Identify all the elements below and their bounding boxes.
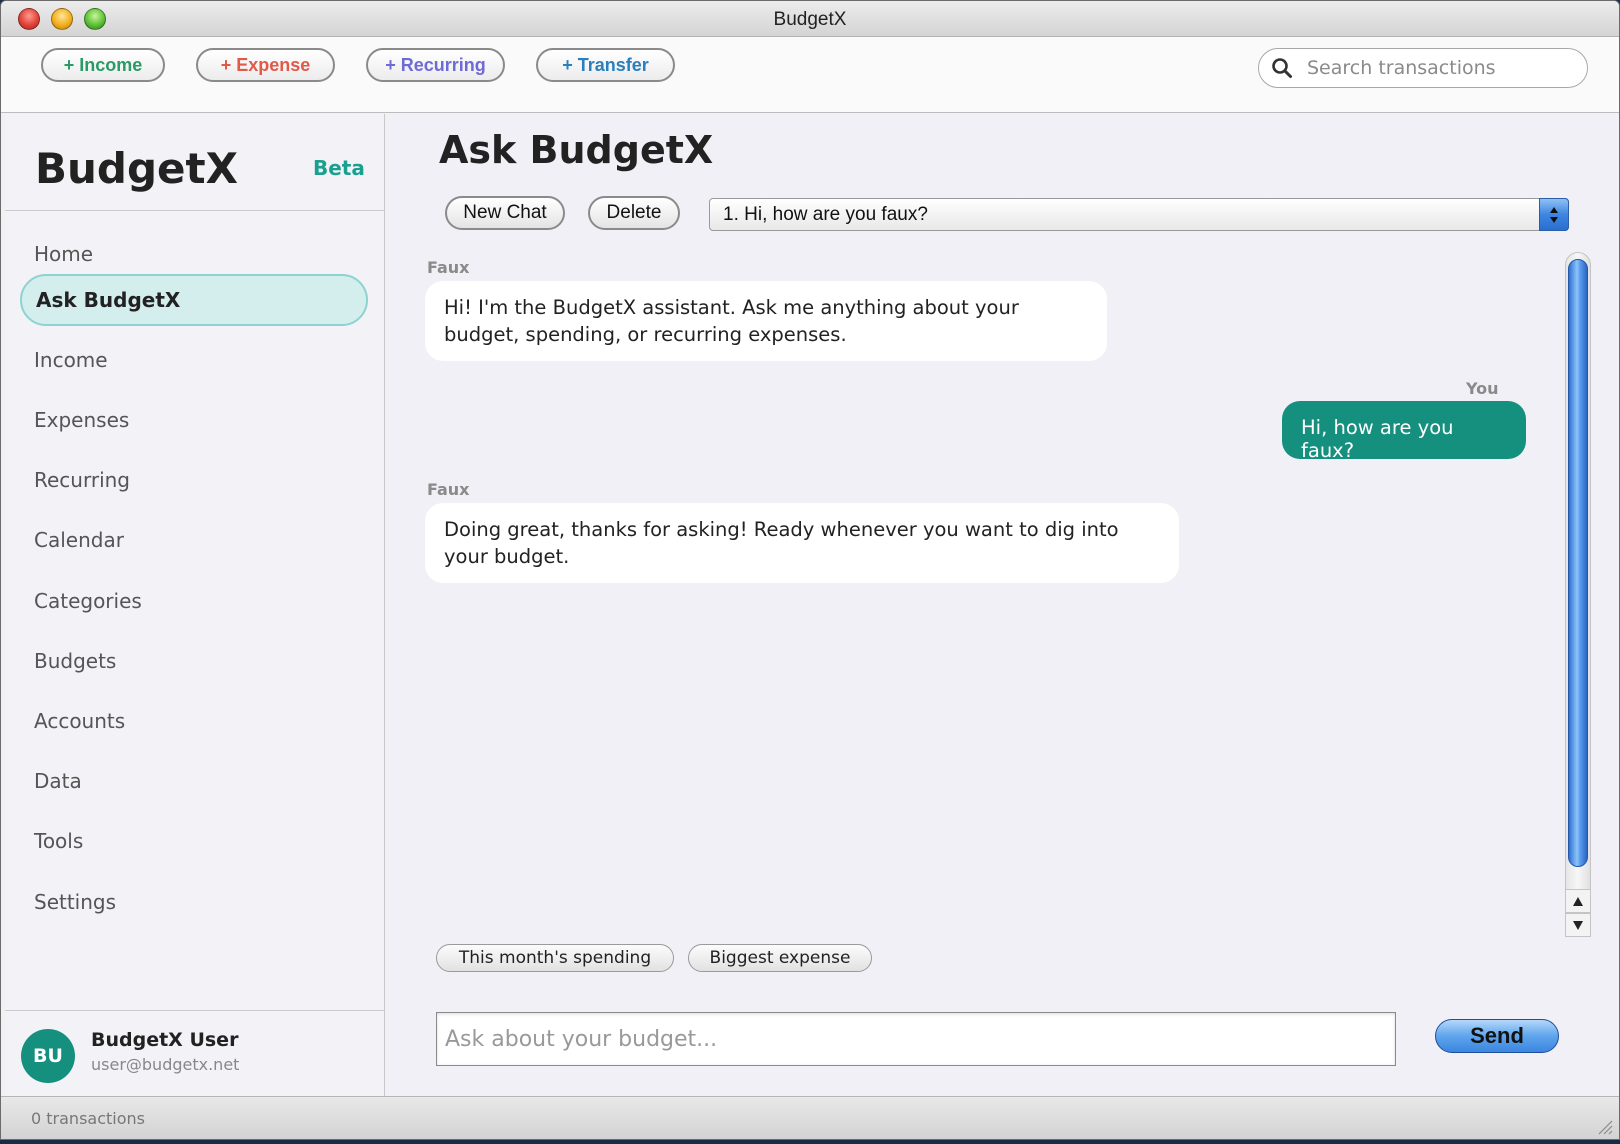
add-transfer-button[interactable]: + Transfer bbox=[536, 48, 675, 82]
transaction-count: 0 transactions bbox=[31, 1109, 145, 1128]
user-name: BudgetX User bbox=[91, 1029, 239, 1051]
assistant-message: Hi! I'm the BudgetX assistant. Ask me an… bbox=[425, 281, 1107, 361]
conversation-select[interactable]: 1. Hi, how are you faux? bbox=[709, 198, 1569, 231]
suggestion-chip[interactable]: Biggest expense bbox=[688, 944, 872, 972]
divider bbox=[5, 1010, 384, 1011]
chat-scrollbar[interactable] bbox=[1565, 252, 1591, 924]
sidebar-item-recurring[interactable]: Recurring bbox=[20, 454, 368, 506]
message-input[interactable] bbox=[436, 1012, 1396, 1066]
sidebar-item-ask-budgetx[interactable]: Ask BudgetX bbox=[20, 274, 368, 326]
main-panel: Ask BudgetX New Chat Delete 1. Hi, how a… bbox=[386, 114, 1619, 1096]
message-sender: Faux bbox=[427, 480, 470, 499]
add-income-button[interactable]: + Income bbox=[41, 48, 165, 82]
up-down-arrows-icon bbox=[1550, 206, 1558, 223]
send-button[interactable]: Send bbox=[1435, 1019, 1559, 1053]
beta-badge: Beta bbox=[313, 156, 365, 180]
conversation-select-value: 1. Hi, how are you faux? bbox=[723, 203, 928, 225]
sidebar-item-accounts[interactable]: Accounts bbox=[20, 695, 368, 747]
scrollbar-thumb[interactable] bbox=[1568, 259, 1588, 867]
sidebar-item-data[interactable]: Data bbox=[20, 755, 368, 807]
toolbar: + Income + Expense + Recurring + Transfe… bbox=[1, 37, 1619, 113]
sidebar-item-categories[interactable]: Categories bbox=[20, 575, 368, 627]
user-message: Hi, how are you faux? bbox=[1282, 401, 1526, 462]
status-bar: 0 transactions bbox=[1, 1096, 1619, 1139]
app-window: BudgetX + Income + Expense + Recurring +… bbox=[0, 0, 1620, 1140]
sidebar-item-home[interactable]: Home bbox=[20, 228, 368, 280]
search-field[interactable] bbox=[1258, 48, 1588, 88]
chat-transcript: Faux Hi! I'm the BudgetX assistant. Ask … bbox=[386, 244, 1526, 904]
arrow-down-icon bbox=[1573, 920, 1583, 930]
window-title: BudgetX bbox=[773, 9, 847, 30]
message-sender: Faux bbox=[427, 258, 470, 277]
scroll-down-button[interactable] bbox=[1565, 913, 1591, 937]
title-bar: BudgetX bbox=[1, 1, 1619, 37]
sidebar-item-settings[interactable]: Settings bbox=[20, 876, 368, 928]
brand-title: BudgetX bbox=[35, 144, 238, 193]
sidebar-item-expenses[interactable]: Expenses bbox=[20, 394, 368, 446]
add-recurring-button[interactable]: + Recurring bbox=[366, 48, 505, 82]
user-email: user@budgetx.net bbox=[91, 1055, 240, 1074]
delete-chat-button[interactable]: Delete bbox=[588, 196, 680, 230]
new-chat-button[interactable]: New Chat bbox=[445, 196, 565, 230]
sidebar-item-calendar[interactable]: Calendar bbox=[20, 514, 368, 566]
divider bbox=[5, 210, 384, 211]
resize-grip-icon[interactable] bbox=[1595, 1117, 1613, 1135]
select-arrows-icon[interactable] bbox=[1539, 198, 1569, 231]
search-input[interactable] bbox=[1307, 57, 1587, 79]
page-title: Ask BudgetX bbox=[439, 128, 714, 172]
add-expense-button[interactable]: + Expense bbox=[196, 48, 335, 82]
avatar[interactable]: BU bbox=[21, 1029, 75, 1083]
scroll-up-button[interactable] bbox=[1565, 889, 1591, 913]
assistant-message: Doing great, thanks for asking! Ready wh… bbox=[425, 503, 1179, 583]
sidebar: BudgetX Beta Home Ask BudgetX Income Exp… bbox=[5, 114, 385, 1096]
sidebar-item-income[interactable]: Income bbox=[20, 334, 368, 386]
suggestion-chip[interactable]: This month's spending bbox=[436, 944, 674, 972]
sidebar-item-tools[interactable]: Tools bbox=[20, 815, 368, 867]
sidebar-item-budgets[interactable]: Budgets bbox=[20, 635, 368, 687]
message-sender: You bbox=[1466, 379, 1499, 398]
search-icon bbox=[1272, 58, 1292, 78]
arrow-up-icon bbox=[1573, 896, 1583, 906]
